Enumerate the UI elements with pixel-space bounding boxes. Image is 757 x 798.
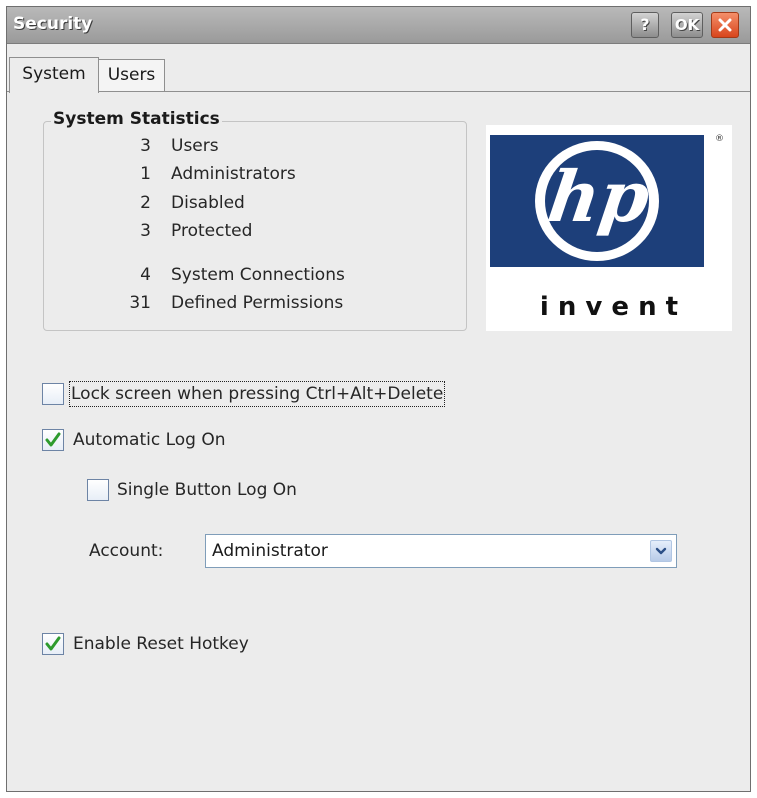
logo-tagline: i n v e n t — [540, 292, 678, 322]
account-dropdown-button[interactable] — [650, 540, 672, 562]
window-title: Security — [13, 14, 93, 34]
system-statistics-title: System Statistics — [51, 109, 222, 129]
enable-reset-hotkey-checkbox[interactable] — [42, 633, 64, 655]
account-select-value: Administrator — [212, 541, 328, 561]
registered-mark: ® — [715, 134, 724, 144]
title-bar[interactable]: Security ? OK — [7, 7, 750, 44]
chevron-down-icon — [655, 547, 667, 555]
stat-value: 31 — [129, 293, 151, 313]
help-button[interactable]: ? — [631, 12, 659, 38]
hp-invent-logo: hp ® i n v e n t — [486, 125, 732, 331]
stat-value: 2 — [140, 193, 151, 213]
single-button-logon-checkbox[interactable] — [87, 479, 109, 501]
enable-reset-hotkey-label[interactable]: Enable Reset Hotkey — [73, 633, 249, 655]
stat-label: Defined Permissions — [171, 293, 344, 313]
tab-system[interactable]: System — [9, 57, 99, 93]
automatic-logon-label[interactable]: Automatic Log On — [73, 429, 226, 451]
stat-label: System Connections — [171, 265, 345, 285]
automatic-logon-checkbox[interactable] — [42, 429, 64, 451]
lock-screen-checkbox[interactable] — [42, 383, 64, 405]
checkmark-icon — [45, 432, 61, 447]
lock-screen-label[interactable]: Lock screen when pressing Ctrl+Alt+Delet… — [68, 381, 446, 407]
stat-value: 1 — [140, 164, 151, 184]
stat-value: 4 — [140, 265, 151, 285]
stat-label: Administrators — [171, 164, 296, 184]
ok-button[interactable]: OK — [671, 12, 703, 38]
single-button-logon-label[interactable]: Single Button Log On — [117, 479, 297, 501]
account-select[interactable]: Administrator — [205, 534, 677, 568]
stat-label: Users — [171, 136, 219, 156]
account-label: Account: — [89, 541, 164, 561]
close-icon — [718, 18, 732, 32]
stat-label: Protected — [171, 221, 253, 241]
logo-mark: hp — [543, 155, 654, 238]
tab-users[interactable]: Users — [99, 59, 165, 91]
security-dialog: Security ? OK System Users System Statis… — [6, 6, 751, 792]
stat-value: 3 — [140, 136, 151, 156]
checkmark-icon — [45, 636, 61, 651]
stat-label: Disabled — [171, 193, 245, 213]
close-button[interactable] — [711, 12, 739, 38]
hp-logo-icon: hp ® i n v e n t — [490, 134, 724, 322]
stat-value: 3 — [140, 221, 151, 241]
